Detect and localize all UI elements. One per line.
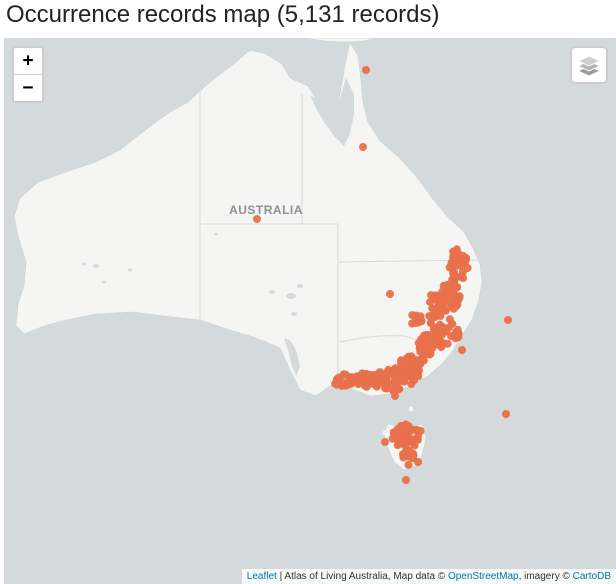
- occurrence-marker[interactable]: [426, 298, 434, 307]
- occurrence-marker[interactable]: [397, 356, 406, 365]
- occurrence-marker[interactable]: [386, 290, 394, 298]
- flinders-island: [408, 406, 414, 412]
- layers-icon: [576, 55, 602, 77]
- occurrence-marker[interactable]: [404, 460, 413, 469]
- zoom-control: + −: [12, 46, 44, 103]
- occurrence-marker[interactable]: [408, 425, 417, 434]
- layers-button[interactable]: [570, 46, 608, 84]
- page-title: Occurrence records map (5,131 records): [6, 1, 440, 28]
- openstreetmap-link[interactable]: OpenStreetMap: [448, 571, 519, 582]
- occurrence-marker[interactable]: [416, 312, 425, 321]
- occurrence-marker[interactable]: [408, 311, 417, 320]
- occurrence-marker[interactable]: [438, 306, 447, 315]
- attribution-text-1: | Atlas of Living Australia, Map data ©: [276, 571, 448, 582]
- occurrence-marker[interactable]: [448, 257, 457, 266]
- occurrence-map[interactable]: AUSTRALIA + − Leaflet | Atlas of Living …: [4, 38, 616, 584]
- occurrence-marker[interactable]: [414, 458, 422, 466]
- occurrence-marker[interactable]: [391, 380, 400, 388]
- country-label: AUSTRALIA: [229, 203, 303, 217]
- occurrence-marker[interactable]: [458, 346, 466, 354]
- occurrence-marker[interactable]: [504, 316, 512, 324]
- occurrence-marker[interactable]: [443, 280, 452, 289]
- occurrence-marker[interactable]: [453, 300, 462, 309]
- occurrence-marker[interactable]: [402, 476, 410, 484]
- occurrence-marker[interactable]: [433, 340, 442, 349]
- occurrence-marker[interactable]: [502, 410, 510, 418]
- occurrence-marker[interactable]: [348, 377, 356, 386]
- occurrence-marker[interactable]: [430, 311, 439, 320]
- king-island: [382, 430, 388, 436]
- zoom-in-button[interactable]: +: [14, 48, 42, 75]
- occurrence-marker[interactable]: [402, 369, 411, 378]
- occurrence-marker[interactable]: [359, 143, 367, 151]
- occurrence-marker[interactable]: [368, 371, 377, 380]
- occurrence-marker[interactable]: [448, 319, 457, 328]
- occurrence-marker[interactable]: [356, 375, 364, 384]
- occurrence-marker[interactable]: [393, 441, 402, 450]
- attribution-text-2: , imagery ©: [518, 571, 573, 582]
- occurrence-marker[interactable]: [420, 331, 428, 340]
- occurrence-marker[interactable]: [331, 379, 340, 388]
- leaflet-link[interactable]: Leaflet: [247, 571, 277, 582]
- occurrence-marker[interactable]: [395, 365, 404, 374]
- occurrence-marker[interactable]: [424, 339, 432, 347]
- occurrence-marker[interactable]: [389, 428, 398, 437]
- occurrence-marker[interactable]: [409, 451, 418, 460]
- occurrence-marker[interactable]: [381, 438, 389, 446]
- zoom-out-button[interactable]: −: [14, 75, 42, 101]
- map-canvas[interactable]: AUSTRALIA: [4, 38, 616, 584]
- occurrence-marker[interactable]: [402, 420, 410, 429]
- occurrence-marker[interactable]: [383, 378, 392, 387]
- occurrence-marker[interactable]: [452, 328, 460, 337]
- map-attribution: Leaflet | Atlas of Living Australia, Map…: [241, 569, 616, 584]
- occurrence-marker[interactable]: [253, 215, 261, 223]
- occurrence-marker[interactable]: [384, 365, 393, 374]
- occurrence-marker[interactable]: [426, 319, 435, 328]
- occurrence-marker[interactable]: [413, 369, 422, 378]
- occurrence-marker[interactable]: [362, 66, 370, 74]
- occurrence-marker[interactable]: [407, 352, 416, 361]
- cartodb-link[interactable]: CartoDB: [573, 571, 611, 582]
- occurrence-marker[interactable]: [459, 259, 468, 268]
- occurrence-marker[interactable]: [391, 392, 399, 400]
- occurrence-marker[interactable]: [406, 437, 415, 446]
